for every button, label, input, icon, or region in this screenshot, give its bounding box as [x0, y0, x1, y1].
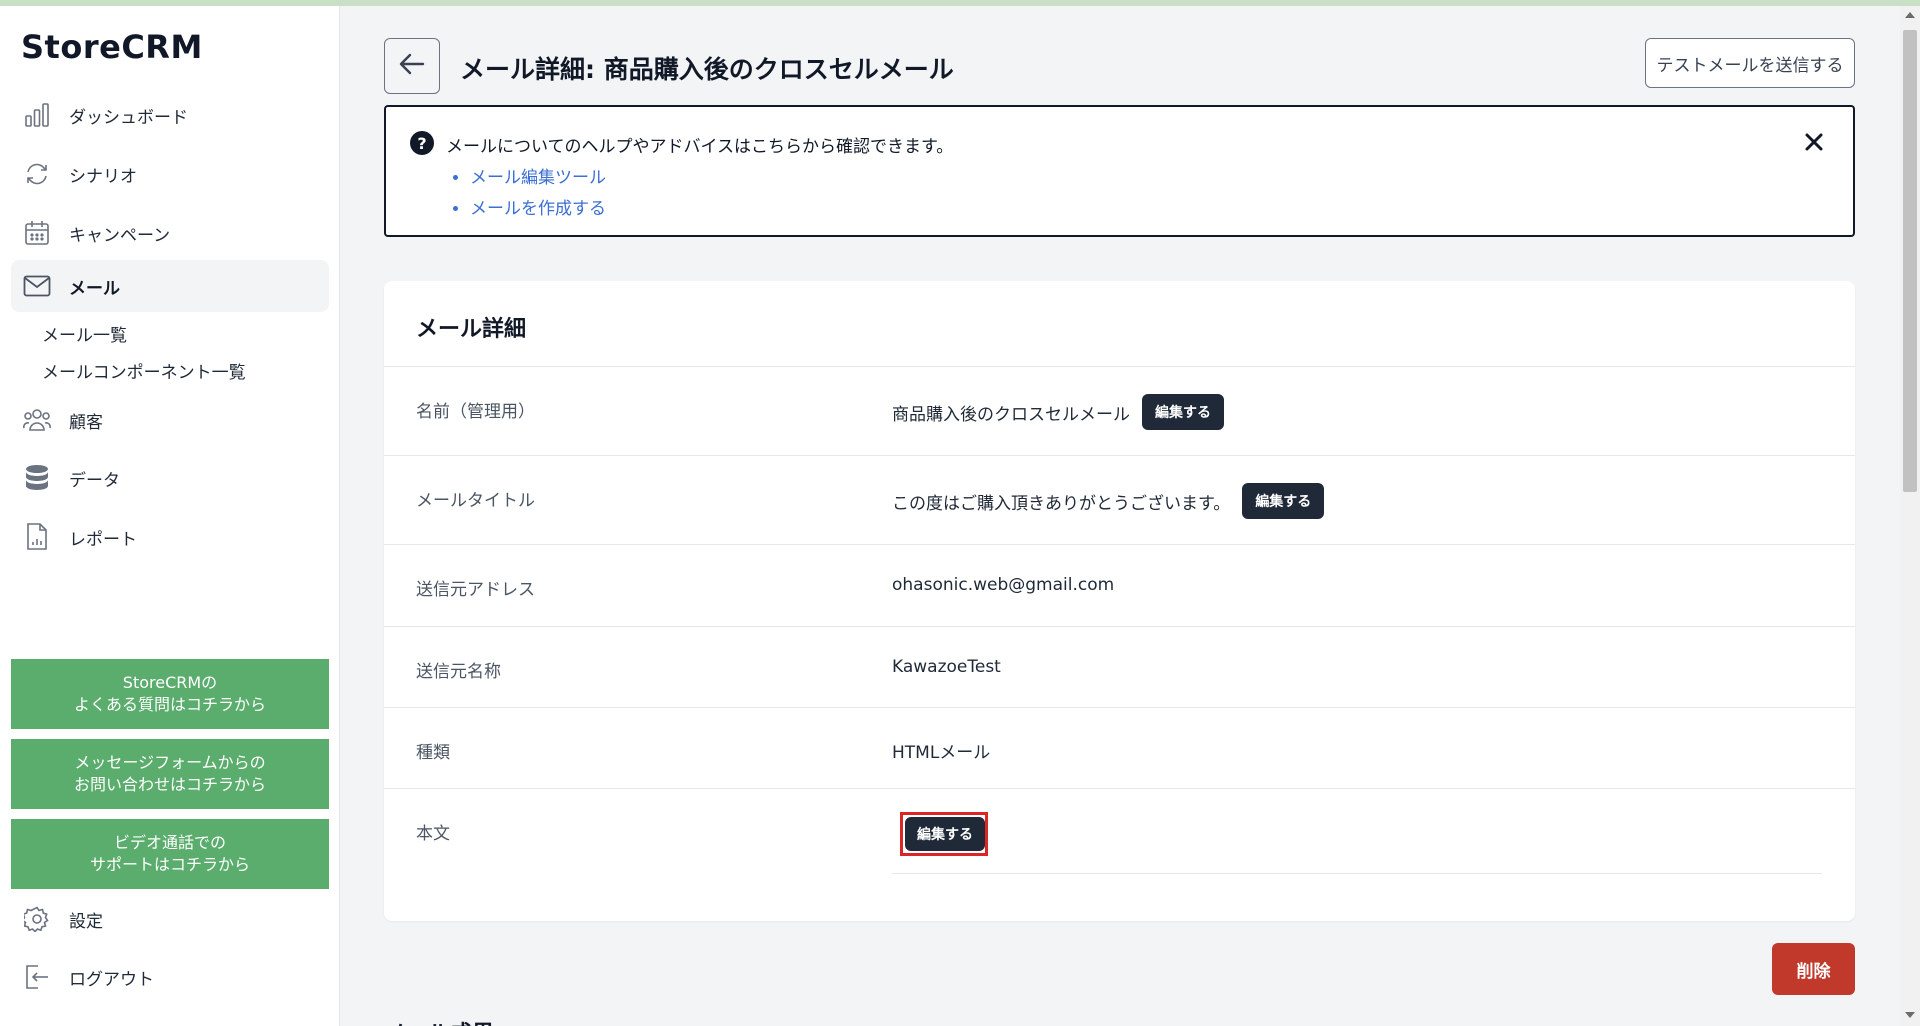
faq-button[interactable]: StoreCRMの よくある質問はコチラから: [11, 659, 329, 729]
sidebar-item-label: ダッシュボード: [69, 107, 188, 128]
sidebar: StoreCRM ダッシュボード シナリオ キャンペーン メール メール一覧 メ…: [0, 6, 340, 1026]
type-value: HTMLメール: [892, 743, 991, 763]
brand-logo: StoreCRM: [21, 28, 203, 66]
video-support-button[interactable]: ビデオ通話での サポートはコチラから: [11, 819, 329, 889]
detail-row-type: 種類 HTMLメール: [384, 707, 1855, 788]
sidebar-item-label: 顧客: [69, 412, 103, 433]
row-value: 商品購入後のクロスセルメール 編集する: [892, 394, 1224, 430]
detail-row-from-address: 送信元アドレス ohasonic.web@gmail.com: [384, 544, 1855, 626]
users-icon: [23, 406, 51, 434]
help-banner: ? メールについてのヘルプやアドバイスはこちらから確認できます。 メール編集ツー…: [384, 105, 1855, 237]
sidebar-item-campaign[interactable]: キャンペーン: [11, 207, 329, 259]
mail-icon: [23, 272, 51, 300]
help-link-create-mail[interactable]: メールを作成する: [470, 194, 606, 219]
edit-subject-button[interactable]: 編集する: [1242, 483, 1325, 519]
scroll-down-arrow-icon[interactable]: [1905, 1012, 1915, 1018]
from-name-value: KawazoeTest: [892, 657, 1001, 677]
page-title: メール詳細: 商品購入後のクロスセルメール: [460, 55, 954, 84]
sidebar-subitem-mail-list[interactable]: メール一覧: [42, 321, 127, 346]
database-icon: [23, 464, 51, 492]
question-circle-icon: ?: [410, 131, 434, 155]
detail-row-name: 名前（管理用） 商品購入後のクロスセルメール 編集する: [384, 366, 1855, 455]
sidebar-item-label: レポート: [69, 529, 137, 550]
contact-form-button[interactable]: メッセージフォームからの お問い合わせはコチラから: [11, 739, 329, 809]
sidebar-item-mail[interactable]: メール: [11, 260, 329, 312]
edit-body-button[interactable]: 編集する: [905, 817, 985, 851]
detail-row-subject: メールタイトル この度はご購入頂きありがとうございます。 編集する: [384, 455, 1855, 544]
row-label: 種類: [416, 743, 450, 763]
sidebar-item-customers[interactable]: 顧客: [11, 394, 329, 446]
detail-row-body: 本文: [384, 788, 1855, 921]
from-address-value: ohasonic.web@gmail.com: [892, 575, 1115, 595]
gear-icon: [23, 905, 51, 933]
scroll-thumb[interactable]: [1903, 30, 1917, 492]
close-icon[interactable]: [1799, 127, 1829, 157]
sidebar-item-label: ログアウト: [69, 969, 154, 990]
scroll-up-arrow-icon[interactable]: [1905, 12, 1915, 18]
arrow-left-icon: [399, 53, 425, 79]
refresh-icon: [23, 160, 51, 188]
sidebar-item-dashboard[interactable]: ダッシュボード: [11, 89, 329, 141]
calendar-icon: [23, 219, 51, 247]
row-label: 送信元名称: [416, 662, 501, 682]
help-link-editor[interactable]: メール編集ツール: [470, 163, 606, 188]
sidebar-item-label: メール: [69, 278, 120, 299]
sidebar-item-label: キャンペーン: [69, 225, 171, 246]
name-value: 商品購入後のクロスセルメール: [892, 404, 1130, 425]
sidebar-item-scenario[interactable]: シナリオ: [11, 148, 329, 200]
detail-row-from-name: 送信元名称 KawazoeTest: [384, 626, 1855, 707]
sidebar-item-data[interactable]: データ: [11, 452, 329, 504]
sidebar-item-settings[interactable]: 設定: [11, 893, 329, 945]
logout-icon: [23, 963, 51, 991]
row-label: 本文: [416, 824, 450, 844]
back-button[interactable]: [384, 38, 440, 94]
sidebar-item-logout[interactable]: ログアウト: [11, 951, 329, 1003]
mail-detail-card: メール詳細 名前（管理用） 商品購入後のクロスセルメール 編集する メールタイト…: [384, 281, 1855, 921]
edit-name-button[interactable]: 編集する: [1142, 394, 1224, 430]
bar-chart-icon: [23, 101, 51, 129]
sidebar-item-report[interactable]: レポート: [11, 511, 329, 563]
subject-value: この度はご購入頂きありがとうございます。: [892, 493, 1231, 514]
row-label: 送信元アドレス: [416, 580, 535, 600]
sidebar-item-label: 設定: [69, 911, 103, 932]
page-scrollbar[interactable]: [1900, 6, 1920, 1026]
card-title: メール詳細: [416, 317, 527, 342]
sidebar-subitem-mail-components[interactable]: メールコンポーネント一覧: [42, 358, 246, 383]
help-text: メールについてのヘルプやアドバイスはこちらから確認できます。: [446, 137, 954, 157]
mail-results-heading: メール成果: [384, 1016, 494, 1026]
row-value: この度はご購入頂きありがとうございます。 編集する: [892, 483, 1325, 519]
sidebar-item-label: データ: [69, 470, 120, 491]
send-test-mail-button[interactable]: テストメールを送信する: [1645, 38, 1855, 88]
report-icon: [23, 523, 51, 551]
row-label: メールタイトル: [416, 491, 535, 511]
sidebar-item-label: シナリオ: [69, 166, 137, 187]
row-label: 名前（管理用）: [416, 402, 535, 422]
delete-button[interactable]: 削除: [1772, 943, 1855, 995]
body-divider: [892, 873, 1822, 874]
help-links: メール編集ツール メールを作成する: [470, 163, 606, 225]
